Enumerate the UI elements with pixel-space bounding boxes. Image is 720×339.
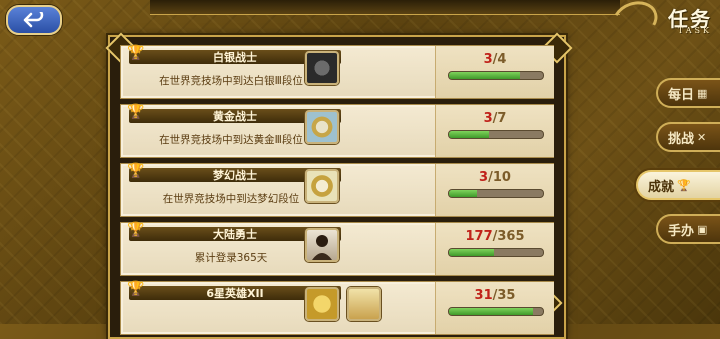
task-card[interactable]: 🏆 黄金战士 在世界竞技场中到达黄金Ⅲ段位 3/7 xyxy=(120,104,554,158)
progress-total: /4 xyxy=(492,52,507,67)
tab-label: 挑战 xyxy=(668,131,695,147)
trophy-icon: 🏆 xyxy=(127,163,145,179)
progress-fill xyxy=(449,131,490,138)
trophy-icon: 🏆 xyxy=(127,222,145,238)
task-description: 在世界竞技场中到达黄金Ⅲ段位 xyxy=(159,134,303,146)
progress-fill xyxy=(449,72,520,79)
task-description: 在世界竞技场中到达梦幻段位 xyxy=(162,193,300,205)
hero-silhouette-icon xyxy=(312,235,332,260)
dream-rank-badge-icon[interactable] xyxy=(305,169,339,203)
progress-fill xyxy=(449,190,478,197)
progress-box: 177/365 xyxy=(435,223,554,275)
progress-current: 3 xyxy=(483,52,493,67)
title-area: 任务 TASK xyxy=(607,0,720,45)
tab-label: 手办 xyxy=(668,223,695,239)
progress-current: 3 xyxy=(479,170,489,185)
progress-current: 3 xyxy=(483,111,493,126)
task-description: 在世界竞技场中到达白银Ⅲ段位 xyxy=(159,75,303,87)
task-card[interactable]: 🏆 大陆勇士 累计登录365天 177/365 xyxy=(120,222,554,276)
progress-text: 3/4 xyxy=(436,52,554,67)
progress-box: 3/10 xyxy=(435,164,554,216)
task-description: 累计登录365天 xyxy=(194,252,268,264)
back-arrow-icon xyxy=(23,12,44,28)
tab-figure[interactable]: 手办 ▣ xyxy=(656,214,720,244)
crossed-swords-icon: ✕ xyxy=(697,130,707,144)
task-name: 黄金战士 xyxy=(213,110,257,123)
coin-icon[interactable] xyxy=(305,287,339,321)
tab-daily[interactable]: 每日 ▦ xyxy=(656,78,720,108)
progress-bar xyxy=(448,307,544,316)
progress-total: /35 xyxy=(492,288,516,303)
progress-total: /10 xyxy=(488,170,511,185)
trophy-icon: 🏆 xyxy=(127,281,145,297)
scroll-icon[interactable] xyxy=(347,287,381,321)
figure-icon: ▣ xyxy=(697,222,708,236)
page-subtitle: TASK xyxy=(677,26,712,35)
task-card[interactable]: 🏆 6星英雄XII 31/35 xyxy=(120,281,554,335)
trophy-icon: 🏆 xyxy=(127,104,145,120)
progress-total: /7 xyxy=(492,111,507,126)
task-name: 6星英雄XII xyxy=(206,287,264,300)
progress-box: 3/7 xyxy=(435,105,554,157)
back-button[interactable] xyxy=(6,5,62,35)
progress-text: 3/7 xyxy=(436,111,554,126)
task-name: 梦幻战士 xyxy=(213,169,257,182)
tab-label: 成就 xyxy=(648,179,675,195)
progress-total: /365 xyxy=(492,229,525,244)
trophy-icon: 🏆 xyxy=(127,45,145,61)
progress-text: 177/365 xyxy=(436,229,554,244)
title-ornament xyxy=(607,0,663,45)
task-card[interactable]: 🏆 白银战士 在世界竞技场中到达白银Ⅲ段位 3/4 xyxy=(120,45,554,99)
progress-bar xyxy=(448,130,544,139)
task-name: 大陆勇士 xyxy=(213,228,257,241)
task-name: 白银战士 xyxy=(213,51,257,64)
tab-label: 每日 xyxy=(668,87,695,103)
calendar-icon: ▦ xyxy=(697,86,708,100)
task-card[interactable]: 🏆 梦幻战士 在世界竞技场中到达梦幻段位 3/10 xyxy=(120,163,554,217)
hero-portrait-icon[interactable] xyxy=(305,228,339,262)
progress-box: 31/35 xyxy=(435,282,554,334)
trophy-icon: 🏆 xyxy=(677,178,691,192)
progress-text: 31/35 xyxy=(436,288,554,303)
progress-box: 3/4 xyxy=(435,46,554,98)
progress-bar xyxy=(448,248,544,257)
silver-rank-badge-icon[interactable] xyxy=(305,51,339,85)
progress-bar xyxy=(448,71,544,80)
gold-rank-badge-icon[interactable] xyxy=(305,110,339,144)
progress-current: 31 xyxy=(474,288,493,303)
tab-achievement[interactable]: 成就 🏆 xyxy=(636,170,720,200)
progress-fill xyxy=(449,308,533,315)
tab-challenge[interactable]: 挑战 ✕ xyxy=(656,122,720,152)
top-ornament xyxy=(150,0,620,15)
progress-fill xyxy=(449,249,495,256)
progress-bar xyxy=(448,189,544,198)
progress-current: 177 xyxy=(465,229,493,244)
progress-text: 3/10 xyxy=(436,170,554,185)
